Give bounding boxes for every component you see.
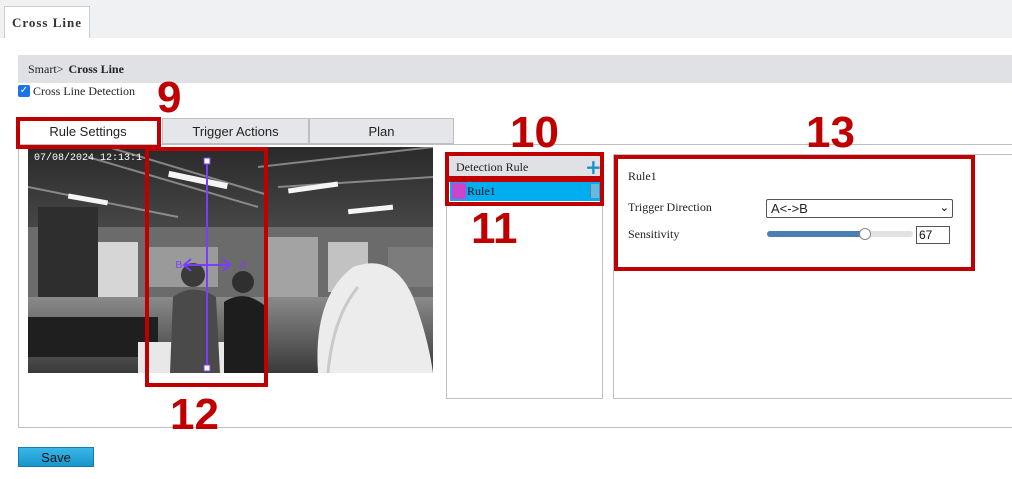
- annotation-box-11: [445, 178, 604, 206]
- annotation-box-12: [145, 147, 268, 387]
- breadcrumb-separator: >: [56, 61, 64, 76]
- tab-trigger-actions[interactable]: Trigger Actions: [162, 118, 309, 144]
- annotation-number-13: 13: [806, 108, 855, 157]
- tab-plan[interactable]: Plan: [309, 118, 454, 144]
- annotation-box-9: [16, 117, 161, 149]
- breadcrumb-parent[interactable]: Smart: [28, 62, 57, 77]
- cross-line-detection-label: Cross Line Detection: [33, 83, 135, 98]
- annotation-number-11: 11: [471, 204, 518, 253]
- tab-cross-line[interactable]: Cross Line: [4, 6, 90, 38]
- breadcrumb-current: Cross Line: [68, 61, 124, 76]
- annotation-box-13: [614, 155, 975, 271]
- annotation-number-10: 10: [510, 108, 559, 157]
- annotation-number-9: 9: [157, 73, 182, 122]
- cross-line-detection-row: ✓ Cross Line Detection: [18, 83, 135, 99]
- cross-line-detection-checkbox[interactable]: ✓: [18, 85, 30, 97]
- save-button[interactable]: Save: [18, 447, 94, 467]
- video-timestamp: 07/08/2024 12:13:1: [34, 152, 142, 164]
- annotation-number-12: 12: [170, 390, 219, 439]
- top-tab-strip: [0, 0, 1012, 39]
